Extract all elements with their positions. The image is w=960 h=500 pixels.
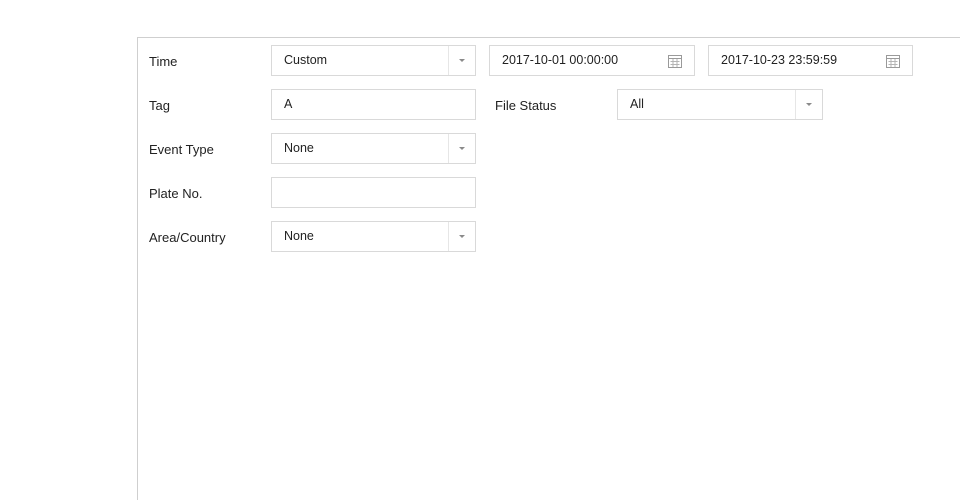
time-mode-value: Custom bbox=[284, 53, 328, 67]
chevron-down-icon[interactable] bbox=[448, 46, 475, 75]
start-time-value: 2017-10-01 00:00:00 bbox=[502, 53, 619, 67]
event-type-label: Event Type bbox=[149, 142, 214, 157]
time-mode-select[interactable]: Custom bbox=[271, 45, 476, 76]
tag-label: Tag bbox=[149, 98, 170, 113]
search-form-panel: Time Custom 2017-10-01 00:00:00 2017-10-… bbox=[137, 37, 960, 500]
tag-value: A bbox=[284, 97, 293, 111]
calendar-icon[interactable] bbox=[886, 54, 900, 68]
chevron-down-icon[interactable] bbox=[448, 222, 475, 251]
page: Time Custom 2017-10-01 00:00:00 2017-10-… bbox=[0, 0, 960, 500]
event-type-value: None bbox=[284, 141, 314, 155]
file-status-select[interactable]: All bbox=[617, 89, 823, 120]
chevron-down-icon[interactable] bbox=[795, 90, 822, 119]
plate-no-input[interactable] bbox=[271, 177, 476, 208]
chevron-down-icon[interactable] bbox=[448, 134, 475, 163]
calendar-icon[interactable] bbox=[668, 54, 682, 68]
file-status-value: All bbox=[630, 97, 644, 111]
file-status-label: File Status bbox=[495, 98, 557, 113]
time-label: Time bbox=[149, 54, 178, 69]
start-time-field[interactable]: 2017-10-01 00:00:00 bbox=[489, 45, 695, 76]
plate-no-label: Plate No. bbox=[149, 186, 203, 201]
area-country-select[interactable]: None bbox=[271, 221, 476, 252]
tag-input[interactable]: A bbox=[271, 89, 476, 120]
area-country-value: None bbox=[284, 229, 314, 243]
end-time-value: 2017-10-23 23:59:59 bbox=[721, 53, 838, 67]
end-time-field[interactable]: 2017-10-23 23:59:59 bbox=[708, 45, 913, 76]
area-country-label: Area/Country bbox=[149, 230, 226, 245]
event-type-select[interactable]: None bbox=[271, 133, 476, 164]
